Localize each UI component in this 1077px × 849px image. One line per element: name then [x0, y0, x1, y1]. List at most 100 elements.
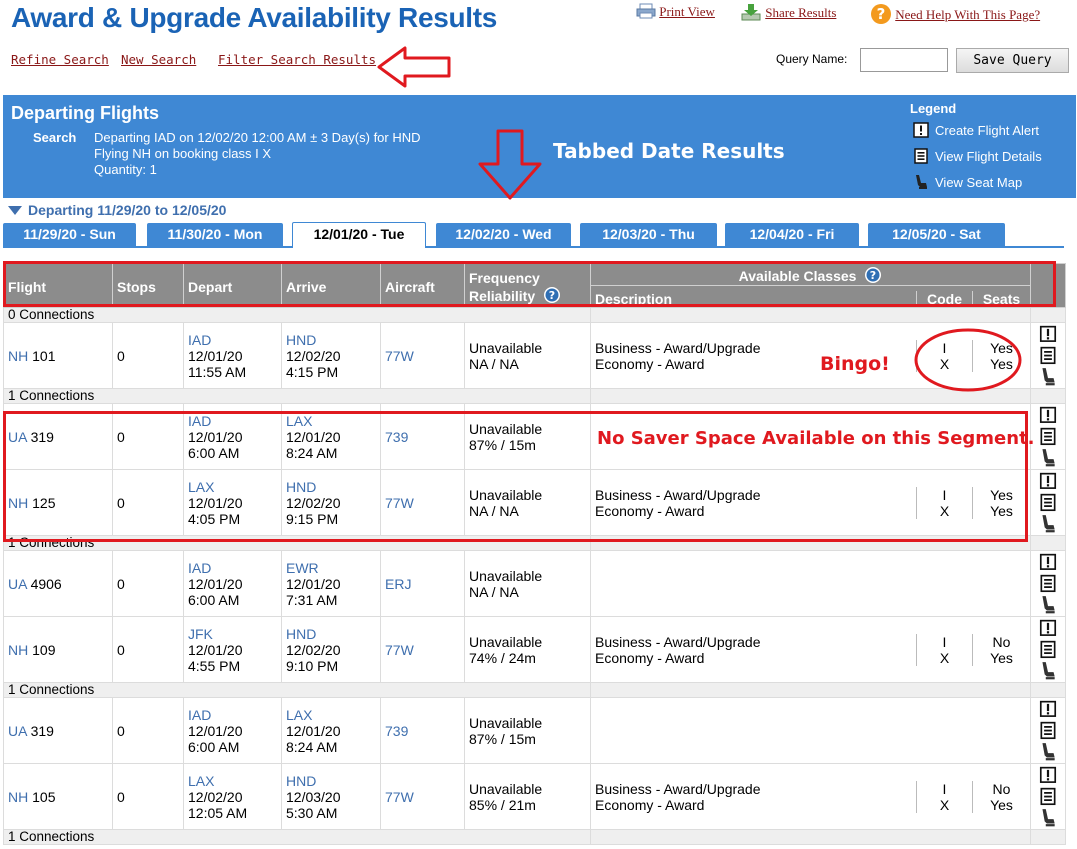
share-results-link[interactable]: Share Results [765, 5, 836, 20]
connections-row: 1 Connections [3, 829, 1066, 845]
departing-range-toggle[interactable]: Departing 11/29/20 to 12/05/20 [8, 202, 226, 218]
frequency-status: Unavailable [469, 780, 543, 797]
flight-alert-icon[interactable] [1039, 325, 1057, 345]
legend-seat-map-label: View Seat Map [935, 174, 1023, 190]
arrive-airport-link[interactable]: HND [286, 332, 376, 348]
class-seats-1: No [992, 633, 1011, 650]
seat-map-icon[interactable] [1039, 661, 1057, 681]
airline-code-link[interactable]: NH [8, 348, 28, 364]
reliability-value: 87% / 15m [469, 730, 536, 747]
print-view-link-wrap[interactable]: Print View [636, 3, 715, 20]
flight-details-icon[interactable] [1039, 346, 1057, 366]
arrive-time: 7:31 AM [286, 591, 338, 608]
actions-cell [1030, 403, 1066, 470]
airline-code-link[interactable]: NH [8, 642, 28, 658]
depart-airport-link[interactable]: IAD [188, 332, 277, 348]
arrive-cell: LAX 12/01/20 8:24 AM [281, 697, 381, 764]
search-line-1: Departing IAD on 12/02/20 12:00 AM ± 3 D… [94, 130, 421, 145]
aircraft-cell: 77W [380, 616, 465, 683]
search-summary: Departing IAD on 12/02/20 12:00 AM ± 3 D… [94, 130, 421, 178]
svg-text:?: ? [877, 5, 886, 23]
arrive-date: 12/02/20 [286, 641, 341, 658]
seat-map-icon[interactable] [1039, 808, 1057, 828]
save-query-button[interactable]: Save Query [956, 48, 1069, 73]
flight-details-icon[interactable] [1039, 721, 1057, 741]
flight-details-icon[interactable] [1039, 640, 1057, 660]
flight-alert-icon[interactable] [1039, 406, 1057, 426]
class-desc-1: Business - Award/Upgrade [595, 633, 761, 650]
seat-map-icon[interactable] [1039, 367, 1057, 387]
seat-map-icon[interactable] [1039, 448, 1057, 468]
arrive-airport-link[interactable]: LAX [286, 707, 376, 723]
connections-spacer [590, 682, 1031, 698]
frequency-cell: Unavailable NA / NA [464, 322, 591, 389]
flight-row: NH 105 0 LAX 12/02/20 12:05 AM HND 12/03/20… [3, 763, 1066, 830]
date-tab-1202[interactable]: 12/02/20 - Wed [436, 223, 571, 247]
sub-links: Refine Search [11, 52, 109, 68]
actions-cell [1030, 763, 1066, 830]
flight-details-icon[interactable] [1039, 427, 1057, 447]
arrive-airport-link[interactable]: HND [286, 773, 376, 789]
flight-cell: NH 105 [3, 763, 113, 830]
arrive-date: 12/01/20 [286, 575, 341, 592]
share-results-link-wrap[interactable]: Share Results [740, 3, 836, 21]
flight-alert-icon[interactable] [1039, 700, 1057, 720]
depart-airport-link[interactable]: LAX [188, 773, 277, 789]
connections-label: 1 Connections [3, 388, 591, 404]
arrive-airport-link[interactable]: HND [286, 626, 376, 642]
seat-map-icon[interactable] [1039, 514, 1057, 534]
depart-airport-link[interactable]: IAD [188, 707, 277, 723]
arrive-airport-link[interactable]: EWR [286, 560, 376, 576]
depart-date: 12/02/20 [188, 788, 243, 805]
aircraft-link[interactable]: 77W [385, 789, 414, 805]
flight-details-icon[interactable] [1039, 493, 1057, 513]
depart-cell: IAD 12/01/20 11:55 AM [183, 322, 282, 389]
flight-alert-icon[interactable] [1039, 553, 1057, 573]
class-descriptions: Business - Award/Upgrade Economy - Award [595, 781, 916, 813]
refine-search-link[interactable]: Refine Search [11, 52, 109, 67]
flight-alert-icon[interactable] [1039, 619, 1057, 639]
seat-map-icon[interactable] [1039, 595, 1057, 615]
frequency-cell: Unavailable 87% / 15m [464, 697, 591, 764]
date-tab-1204[interactable]: 12/04/20 - Fri [725, 223, 859, 247]
help-link-wrap[interactable]: ? Need Help With This Page? [870, 3, 1040, 25]
seat-map-icon[interactable] [1039, 742, 1057, 762]
actions-cell [1030, 550, 1066, 617]
flight-details-icon[interactable] [1039, 787, 1057, 807]
flight-details-icon[interactable] [1039, 574, 1057, 594]
printer-icon [636, 3, 656, 19]
search-line-3: Quantity: 1 [94, 162, 157, 177]
query-name-input[interactable] [860, 48, 948, 72]
frequency-cell: Unavailable 74% / 24m [464, 616, 591, 683]
class-desc-2: Economy - Award [595, 796, 705, 813]
connections-spacer-2 [1030, 682, 1066, 698]
class-codes: IX [916, 633, 972, 666]
date-tab-1129[interactable]: 11/29/20 - Sun [3, 223, 136, 247]
airline-code-link[interactable]: UA [8, 723, 27, 739]
airline-code-link[interactable]: UA [8, 576, 27, 592]
new-search-link[interactable]: New Search [121, 52, 196, 67]
annotation-arrow-down-icon [478, 129, 542, 200]
aircraft-link[interactable]: 739 [385, 723, 408, 739]
depart-airport-link[interactable]: JFK [188, 626, 277, 642]
results-table: Flight Stops Depart Arrive Aircraft Freq… [3, 263, 1066, 845]
actions-cell [1030, 322, 1066, 389]
airline-code-link[interactable]: NH [8, 789, 28, 805]
date-tab-1203[interactable]: 12/03/20 - Thu [580, 223, 717, 247]
aircraft-link[interactable]: 77W [385, 348, 414, 364]
actions-cell [1030, 616, 1066, 683]
flight-alert-icon[interactable] [1039, 472, 1057, 492]
flight-row: UA 4906 0 IAD 12/01/20 6:00 AM EWR 12/01/20… [3, 550, 1066, 617]
need-help-link[interactable]: Need Help With This Page? [895, 7, 1040, 22]
filter-results-link[interactable]: Filter Search Results [218, 52, 376, 67]
aircraft-link[interactable]: ERJ [385, 576, 411, 592]
aircraft-link[interactable]: 77W [385, 642, 414, 658]
flight-alert-icon[interactable] [1039, 766, 1057, 786]
date-tab-1201[interactable]: 12/01/20 - Tue [292, 222, 426, 248]
frequency-cell: Unavailable 85% / 21m [464, 763, 591, 830]
date-tab-1205[interactable]: 12/05/20 - Sat [868, 223, 1005, 247]
date-tab-1130[interactable]: 11/30/20 - Mon [147, 223, 283, 247]
depart-airport-link[interactable]: IAD [188, 560, 277, 576]
print-view-link[interactable]: Print View [659, 4, 715, 19]
depart-cell: JFK 12/01/20 4:55 PM [183, 616, 282, 683]
